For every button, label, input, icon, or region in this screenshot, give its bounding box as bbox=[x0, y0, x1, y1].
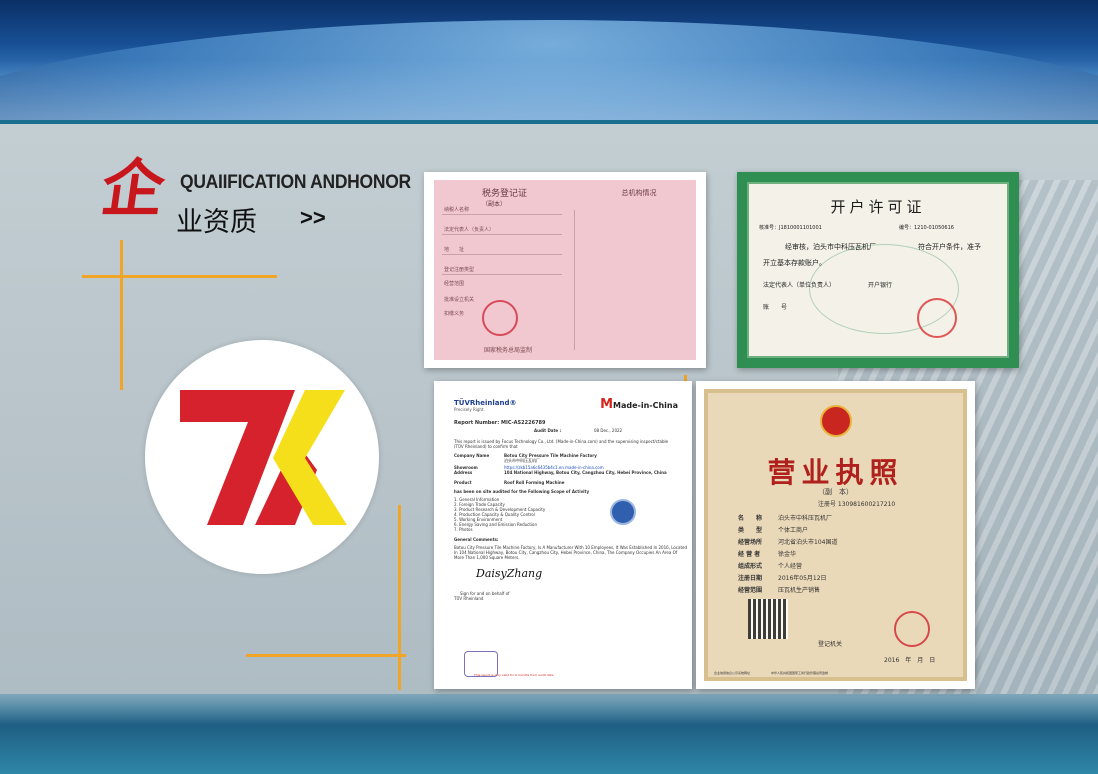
deco-line-v1 bbox=[120, 240, 123, 390]
deco-line-h2 bbox=[246, 654, 406, 657]
tax-label: 扣缴义务 bbox=[444, 311, 465, 317]
red-seal-icon bbox=[917, 298, 957, 338]
tuv-scope: has been on site audited for the Followi… bbox=[454, 489, 590, 494]
license-row: 经营范围 压瓦机生产销售 bbox=[738, 585, 820, 594]
mic-logo-icon: M bbox=[600, 397, 613, 412]
kaihu-line1: 经审核，泊头市中科压瓦机厂 符合开户条件，准予 bbox=[785, 243, 981, 251]
tuv-audit-report[interactable]: TÜVRheinland® Precisely Right. MMade-in-… bbox=[434, 381, 692, 689]
license-row-value: 个体工商户 bbox=[778, 527, 809, 534]
tax-label: 经营范围 bbox=[444, 281, 465, 287]
license-row-key: 类 型 bbox=[738, 527, 763, 534]
national-emblem-icon bbox=[820, 405, 852, 437]
license-row: 名 称 泊头市中科压瓦机厂 bbox=[738, 513, 832, 522]
license-row-value: 压瓦机生产销售 bbox=[778, 587, 821, 594]
zk-logo-icon bbox=[180, 390, 347, 525]
mic-brand: MMade-in-China bbox=[600, 397, 678, 412]
kaihu-line2: 开立基本存款账户。 bbox=[763, 259, 826, 267]
license-row: 经 营 者 徐金华 bbox=[738, 549, 796, 558]
signature: DaisyZhang bbox=[476, 567, 543, 580]
title-english: QUAIIFICATION ANDHONOR bbox=[180, 172, 411, 193]
tax-rule bbox=[442, 234, 562, 235]
tuv-comments-label: General Comments: bbox=[454, 537, 499, 542]
kaihu-line3: 法定代表人（单位负责人） 开户银行 bbox=[763, 282, 893, 289]
deco-line-h1 bbox=[82, 275, 277, 278]
tuv-red-note: This report is only valid for 6 months f… bbox=[474, 673, 554, 677]
mic-text: Made-in-China bbox=[613, 401, 678, 410]
tax-paper: 税务登记证 （副本） 总机构情况 纳税人名称 法定代表人（负责人） 地 址 登记… bbox=[434, 180, 696, 360]
kaihu-line4: 账 号 bbox=[763, 304, 788, 311]
tax-divider bbox=[574, 210, 575, 350]
tuv-intro2: (TÜV Rheinland) to confirm that bbox=[454, 444, 518, 449]
license-row-key: 经营场所 bbox=[738, 539, 763, 546]
tax-label: 批准设立机关 bbox=[444, 297, 475, 303]
tuv-address-label: Address bbox=[454, 470, 473, 475]
license-row: 类 型 个体工商户 bbox=[738, 525, 808, 534]
license-title: 营业执照 bbox=[767, 456, 904, 489]
kaihu-approval: 核准号：J1810001101001 bbox=[759, 225, 822, 231]
tuv-report-number: Report Number: MIC-AS2226789 bbox=[454, 420, 546, 426]
banner-haze bbox=[0, 60, 1098, 122]
audit-badge-icon bbox=[610, 499, 636, 525]
license-paper: 营业执照 （副 本） 注册号 130981600217210 名 称 泊头市中科压… bbox=[704, 389, 967, 681]
license-reg-office: 登记机关 bbox=[818, 641, 843, 648]
tax-footer: 国家税务总局监制 bbox=[484, 347, 533, 354]
tax-registration-certificate[interactable]: 税务登记证 （副本） 总机构情况 纳税人名称 法定代表人（负责人） 地 址 登记… bbox=[424, 172, 706, 368]
license-row-key: 组成形式 bbox=[738, 563, 763, 570]
account-opening-permit[interactable]: 开户许可证 核准号：J1810001101001 编号：1210-0105061… bbox=[737, 172, 1019, 368]
license-row-value: 2016年05月12日 bbox=[778, 575, 827, 582]
tuv-address: 104 National Highway, Botou City, Cangzh… bbox=[504, 470, 667, 475]
tax-rule bbox=[442, 274, 562, 275]
tuv-company-label: Company Name bbox=[454, 453, 490, 458]
footer-light bbox=[0, 694, 1098, 724]
tax-right-title: 总机构情况 bbox=[621, 189, 657, 197]
tax-rule bbox=[442, 254, 562, 255]
tax-label: 地 址 bbox=[444, 247, 465, 253]
license-row: 经营场所 河北省泊头市104国道 bbox=[738, 537, 837, 546]
tuv-company-zh: 泊头市中科压瓦机厂 bbox=[504, 458, 540, 463]
tuv-brand: TÜVRheinland® Precisely Right. bbox=[454, 399, 517, 412]
tuv-item: 7. Photos bbox=[454, 527, 473, 532]
title-char: 企 bbox=[96, 152, 170, 225]
footer-banner bbox=[0, 694, 1098, 774]
qr-code-icon[interactable] bbox=[748, 599, 788, 639]
tuv-audit-date-label: Audit Date : bbox=[534, 428, 562, 433]
license-row-value: 个人经营 bbox=[778, 563, 803, 570]
license-row-key: 注册日期 bbox=[738, 575, 763, 582]
license-subtitle: （副 本） bbox=[818, 488, 853, 496]
kaihu-paper: 开户许可证 核准号：J1810001101001 编号：1210-0105061… bbox=[747, 182, 1009, 358]
kaihu-title: 开户许可证 bbox=[830, 198, 926, 216]
license-date: 2016 年 月 日 bbox=[884, 657, 936, 664]
business-license[interactable]: 营业执照 （副 本） 注册号 130981600217210 名 称 泊头市中科压… bbox=[696, 381, 975, 689]
tuv-signed2: TÜV Rheinland bbox=[454, 596, 484, 601]
license-row: 注册日期 2016年05月12日 bbox=[738, 573, 827, 582]
tax-subtitle: （副本） bbox=[482, 201, 507, 208]
license-row-value: 泊头市中科压瓦机厂 bbox=[778, 515, 833, 522]
tuv-product: Roof Roll Forming Machine bbox=[504, 480, 565, 485]
title-chinese: 业资质 bbox=[176, 207, 257, 238]
tax-label: 登记注册类型 bbox=[444, 267, 475, 273]
tax-label: 纳税人名称 bbox=[444, 207, 470, 213]
tuv-product-label: Product bbox=[454, 480, 472, 485]
red-seal-icon bbox=[894, 611, 930, 647]
tuv-logo-text: TÜVRheinland® bbox=[454, 399, 517, 407]
tuv-audit-date: 08 Dec., 2022 bbox=[594, 428, 623, 433]
license-row-key: 名 称 bbox=[738, 515, 763, 522]
title-arrows: >> bbox=[300, 205, 326, 230]
license-footer: 企业信用信息公示系统网址 中华人民共和国国家工商行政管理总局监制 bbox=[714, 671, 829, 675]
license-row-value: 徐金华 bbox=[778, 551, 797, 558]
license-row-value: 河北省泊头市104国道 bbox=[778, 539, 838, 546]
tax-label: 法定代表人（负责人） bbox=[444, 227, 495, 233]
tax-rule bbox=[442, 214, 562, 215]
license-row-key: 经营范围 bbox=[738, 587, 763, 594]
license-credit-code: 注册号 130981600217210 bbox=[818, 501, 896, 508]
deco-line-v2 bbox=[398, 505, 401, 690]
license-row: 组成形式 个人经营 bbox=[738, 561, 802, 570]
kaihu-serial: 编号：1210-01050616 bbox=[899, 225, 954, 231]
company-logo bbox=[145, 340, 379, 574]
red-seal-icon bbox=[482, 300, 518, 336]
license-row-key: 经 营 者 bbox=[738, 551, 761, 558]
tuv-slogan: Precisely Right. bbox=[454, 407, 485, 412]
header-banner bbox=[0, 0, 1098, 122]
tuv-comment3: More Than 1,000 Square Meters. bbox=[454, 555, 520, 560]
